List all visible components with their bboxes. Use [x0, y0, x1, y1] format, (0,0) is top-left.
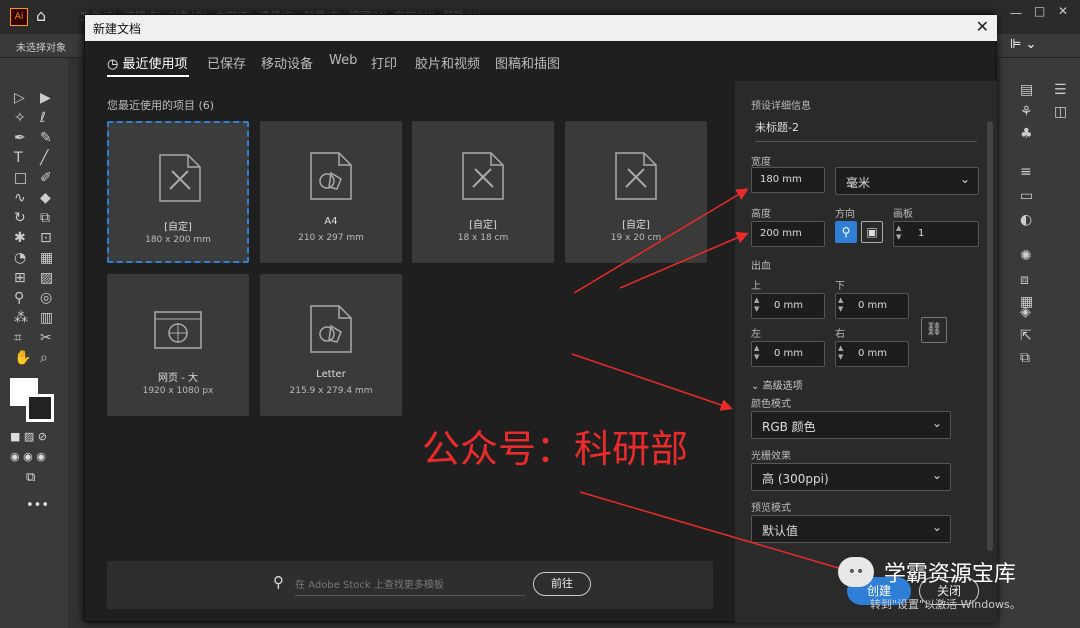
arrow-to-create — [579, 491, 855, 576]
arrow-to-height — [619, 232, 749, 289]
wechat-icon: •• — [838, 557, 874, 587]
windows-activation-notice: 转到"设置"以激活 Windows。 — [870, 598, 1021, 611]
arrow-to-width — [573, 188, 749, 294]
wechat-watermark: •• 学霸资源宝库 — [838, 556, 1016, 590]
arrow-to-color-mode — [571, 353, 733, 411]
annotation-arrows — [571, 188, 855, 576]
wechat-account-name: 学霸资源宝库 — [883, 562, 1016, 587]
red-watermark-text: 公众号：科研部 — [422, 427, 689, 471]
